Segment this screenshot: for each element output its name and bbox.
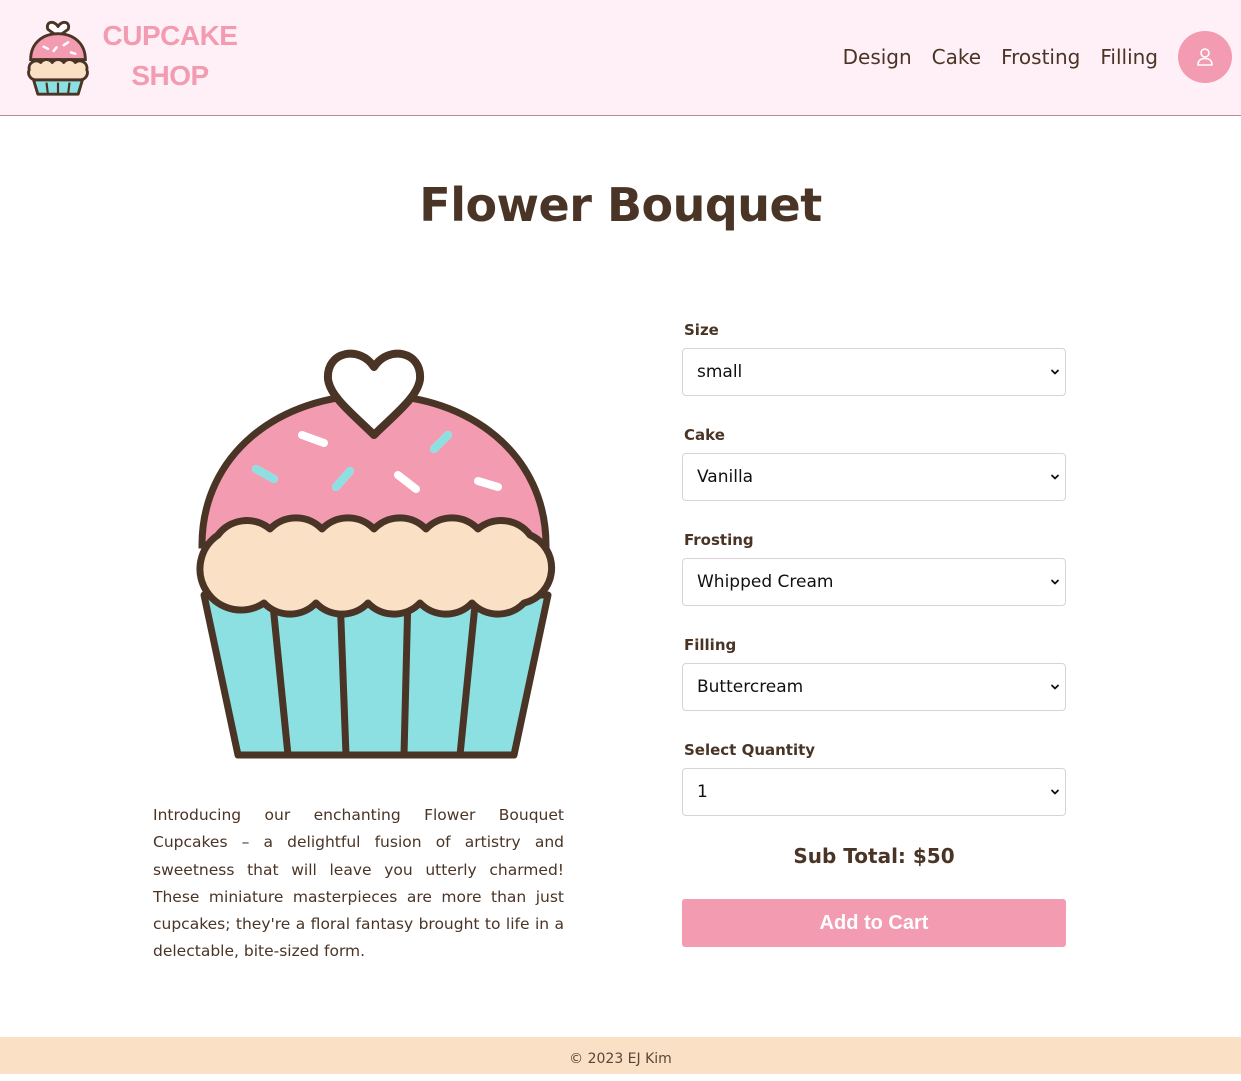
brand-name: CUPCAKE SHOP [100, 16, 240, 96]
frosting-select[interactable]: Whipped Cream [682, 558, 1066, 606]
nav-link-frosting[interactable]: Frosting [1001, 45, 1080, 69]
frosting-select-value: Whipped Cream [697, 572, 834, 592]
cake-label: Cake [684, 426, 725, 444]
cake-select[interactable]: Vanilla [682, 453, 1066, 501]
size-field: Size small [682, 318, 1066, 396]
filling-label: Filling [684, 636, 737, 654]
brand-name-line1: CUPCAKE [102, 20, 238, 51]
brand-name-line2: SHOP [131, 60, 209, 91]
chevron-down-icon [1051, 789, 1059, 795]
brand-logo[interactable]: CUPCAKE SHOP [22, 14, 252, 100]
quantity-label: Select Quantity [684, 741, 816, 759]
page-title: Flower Bouquet [419, 178, 822, 232]
nav-link-cake[interactable]: Cake [932, 45, 981, 69]
site-header: CUPCAKE SHOP Design Cake Frosting Fillin… [0, 0, 1241, 116]
main-nav: Design Cake Frosting Filling [843, 31, 1232, 83]
subtotal: Sub Total: $50 [793, 844, 955, 868]
size-select-value: small [697, 362, 743, 382]
chevron-down-icon [1051, 579, 1059, 585]
filling-select[interactable]: Buttercream [682, 663, 1066, 711]
quantity-field: Select Quantity 1 [682, 738, 1066, 816]
filling-select-value: Buttercream [697, 677, 804, 697]
product-description: Introducing our enchanting Flower Bouque… [153, 806, 564, 961]
size-select[interactable]: small [682, 348, 1066, 396]
cupcake-illustration [196, 349, 556, 759]
copyright-text: © 2023 EJ Kim [569, 1051, 672, 1067]
frosting-field: Frosting Whipped Cream [682, 528, 1066, 606]
quantity-select[interactable]: 1 [682, 768, 1066, 816]
nav-link-design[interactable]: Design [843, 45, 912, 69]
site-footer: © 2023 EJ Kim [0, 1037, 1241, 1074]
add-to-cart-button[interactable]: Add to Cart [682, 899, 1066, 947]
frosting-label: Frosting [684, 531, 754, 549]
customize-form: Size small Cake Vanilla Frosting Whipped… [682, 318, 1066, 843]
cake-field: Cake Vanilla [682, 423, 1066, 501]
chevron-down-icon [1051, 474, 1059, 480]
cupcake-icon [27, 20, 89, 96]
size-label: Size [684, 321, 719, 339]
nav-link-filling[interactable]: Filling [1100, 45, 1158, 69]
cake-select-value: Vanilla [697, 467, 754, 487]
user-icon [1197, 48, 1213, 66]
filling-field: Filling Buttercream [682, 633, 1066, 711]
chevron-down-icon [1051, 369, 1059, 375]
account-button[interactable] [1178, 31, 1232, 83]
chevron-down-icon [1051, 684, 1059, 690]
quantity-select-value: 1 [697, 782, 708, 802]
